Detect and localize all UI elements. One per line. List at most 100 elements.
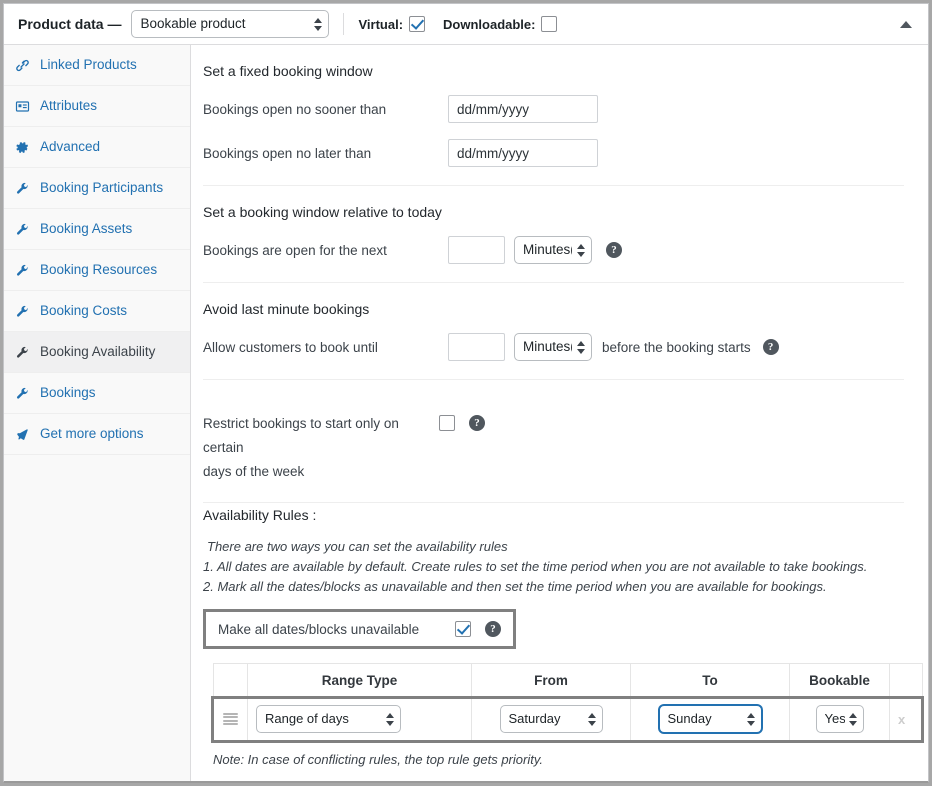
table-body: Range of days Saturday Sunday Yes x (213, 697, 923, 741)
sidebar-item-attributes[interactable]: Attributes (4, 86, 190, 127)
bookings-open-no-later-row: Bookings open no later than (203, 139, 904, 167)
row-drag-cell[interactable] (213, 697, 248, 741)
make-unavailable-label: Make all dates/blocks unavailable (218, 621, 420, 637)
table-row: Range of days Saturday Sunday Yes x (213, 697, 923, 741)
from-select[interactable]: Saturday (499, 705, 603, 733)
allow-book-until-unit-wrapper[interactable]: Minutes(s) (514, 333, 592, 361)
product-type-select[interactable]: Bookable product (131, 10, 330, 38)
sidebar-item-label: Advanced (40, 139, 101, 154)
header-divider (343, 13, 345, 35)
make-unavailable-box: Make all dates/blocks unavailable ? (203, 609, 516, 649)
sidebar-item-label: Attributes (40, 98, 98, 113)
row-remove-cell: x (889, 697, 923, 741)
sidebar-item-booking-resources[interactable]: Booking Resources (4, 250, 190, 291)
range-type-select[interactable]: Range of days (256, 705, 401, 733)
row-from-cell: Saturday (471, 697, 631, 741)
sidebar-item-bookings[interactable]: Bookings (4, 373, 190, 414)
help-icon[interactable]: ? (762, 339, 779, 355)
sidebar-item-label: Booking Participants (40, 180, 164, 195)
rules-point-1: 1. All dates are available by default. C… (203, 559, 868, 574)
range-type-select-wrapper[interactable]: Range of days (256, 705, 401, 733)
from-select-wrapper[interactable]: Saturday (499, 705, 603, 733)
column-header-remove (889, 663, 923, 698)
avoid-last-minute-section: Avoid last minute bookings Allow custome… (203, 283, 904, 380)
virtual-checkbox[interactable] (409, 16, 426, 32)
column-header-to: To (630, 663, 790, 698)
section-title: Set a fixed booking window (203, 63, 373, 79)
allow-book-until-input[interactable] (448, 333, 505, 361)
restrict-days-label-line1: Restrict bookings to start only on certa… (203, 416, 399, 455)
help-icon[interactable]: ? (606, 242, 622, 258)
panel-header: Product data — Bookable product Virtual:… (4, 4, 928, 45)
downloadable-label: Downloadable: (443, 16, 536, 32)
fixed-booking-window-section: Set a fixed booking window Bookings open… (203, 45, 904, 186)
product-data-sidebar: Linked Products Attributes Advanced Book… (4, 45, 191, 781)
panel-body: Linked Products Attributes Advanced Book… (4, 45, 928, 781)
remove-row-button[interactable]: x (898, 712, 905, 727)
column-header-range-type: Range Type (247, 663, 472, 698)
wrench-icon (14, 344, 31, 361)
conflicting-rules-note: Note: In case of conflicting rules, the … (213, 752, 543, 767)
sidebar-item-booking-assets[interactable]: Booking Assets (4, 209, 190, 250)
column-header-handle (213, 663, 248, 698)
restrict-days-row: Restrict bookings to start only on certa… (203, 398, 904, 488)
bookings-open-no-later-input[interactable] (448, 139, 598, 167)
to-select-wrapper[interactable]: Sunday (658, 705, 762, 733)
product-type-select-wrapper[interactable]: Bookable product (131, 10, 330, 38)
allow-book-until-unit-select[interactable]: Minutes(s) (514, 333, 592, 361)
restrict-days-section: Restrict bookings to start only on certa… (203, 380, 904, 503)
make-unavailable-checkbox[interactable] (455, 621, 471, 637)
sidebar-item-booking-costs[interactable]: Booking Costs (4, 291, 190, 332)
bookings-open-no-later-label: Bookings open no later than (203, 145, 372, 161)
allow-book-until-label: Allow customers to book until (203, 339, 378, 355)
help-icon[interactable]: ? (469, 415, 485, 431)
link-icon (14, 57, 31, 74)
relative-booking-window-section: Set a booking window relative to today B… (203, 186, 904, 283)
sidebar-item-label: Linked Products (40, 57, 137, 72)
bookings-open-no-sooner-input[interactable] (448, 95, 598, 123)
sidebar-item-booking-participants[interactable]: Booking Participants (4, 168, 190, 209)
triangle-up-icon[interactable] (900, 20, 912, 28)
virtual-label: Virtual: (358, 16, 404, 32)
allow-book-until-row: Allow customers to book until Minutes(s)… (203, 333, 904, 361)
bookings-open-next-unit-wrapper[interactable]: Minutes(s) (514, 236, 592, 264)
sidebar-item-get-more-options[interactable]: Get more options (4, 414, 190, 455)
gear-icon (14, 139, 31, 156)
drag-handle-icon[interactable] (223, 712, 238, 726)
to-select[interactable]: Sunday (658, 705, 762, 733)
row-bookable-cell: Yes (789, 697, 890, 741)
availability-rules-description: There are two ways you can set the avail… (203, 537, 928, 597)
megaphone-icon (14, 426, 31, 443)
sidebar-item-booking-availability[interactable]: Booking Availability (4, 332, 190, 373)
sidebar-item-label: Booking Costs (40, 303, 128, 318)
bookings-open-next-unit-select[interactable]: Minutes(s) (514, 236, 592, 264)
wrench-icon (14, 180, 31, 197)
sidebar-item-label: Booking Availability (40, 344, 156, 359)
bookings-open-next-input[interactable] (448, 236, 505, 264)
availability-rules-table: Range Type From To Bookable Range of day… (213, 663, 923, 741)
availability-rules-title: Availability Rules : (203, 507, 317, 523)
restrict-days-checkbox[interactable] (439, 415, 455, 431)
sidebar-item-label: Get more options (40, 426, 144, 441)
downloadable-checkbox[interactable] (541, 16, 558, 32)
column-header-from: From (471, 663, 631, 698)
virtual-field[interactable]: Virtual: (358, 16, 426, 32)
column-header-bookable: Bookable (789, 663, 890, 698)
bookable-select[interactable]: Yes (815, 705, 864, 733)
bookable-select-wrapper[interactable]: Yes (815, 705, 864, 733)
table-head: Range Type From To Bookable (213, 663, 923, 698)
wrench-icon (14, 221, 31, 238)
bookings-open-next-label: Bookings are open for the next (203, 242, 387, 258)
sidebar-item-advanced[interactable]: Advanced (4, 127, 190, 168)
sidebar-item-linked-products[interactable]: Linked Products (4, 45, 190, 86)
booking-availability-panel: Set a fixed booking window Bookings open… (191, 45, 928, 781)
downloadable-field[interactable]: Downloadable: (443, 16, 558, 32)
availability-rules-section: Availability Rules : There are two ways … (191, 507, 928, 781)
help-icon[interactable]: ? (485, 621, 501, 637)
bookings-open-next-row: Bookings are open for the next Minutes(s… (203, 236, 904, 264)
section-title: Avoid last minute bookings (203, 301, 370, 317)
rules-intro: There are two ways you can set the avail… (207, 539, 508, 554)
row-to-cell: Sunday (630, 697, 790, 741)
page-title: Product data — (18, 16, 122, 32)
bookings-open-no-sooner-label: Bookings open no sooner than (203, 101, 387, 117)
